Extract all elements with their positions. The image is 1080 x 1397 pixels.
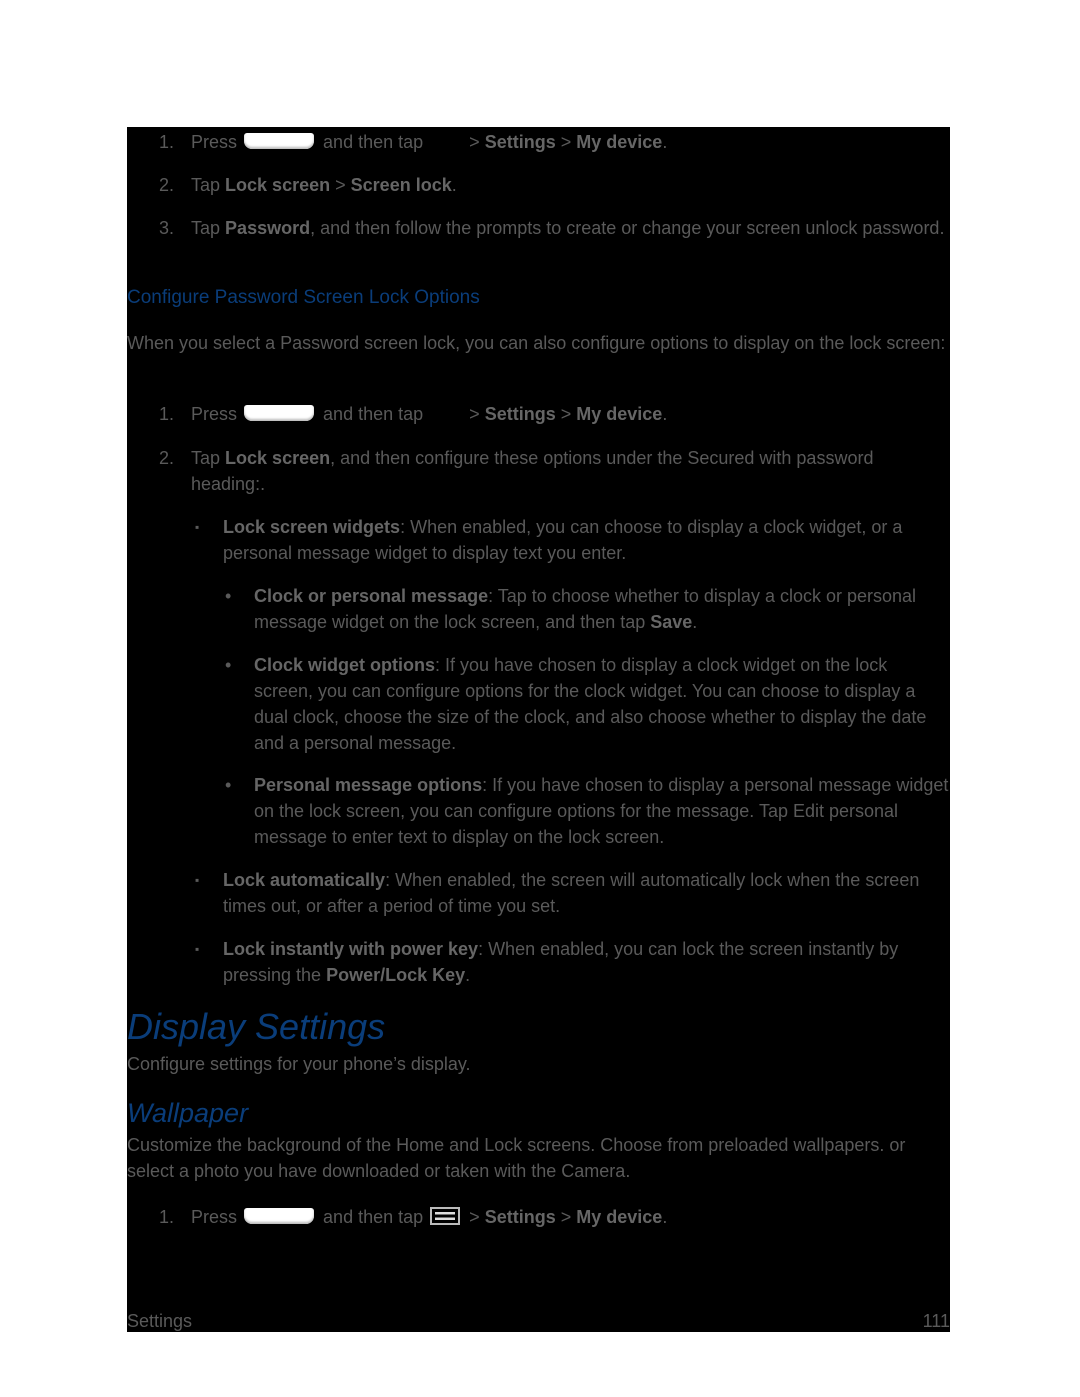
bullet-marker: • — [225, 586, 232, 606]
lock-screen-label: Lock screen — [225, 175, 331, 195]
section-heading-password-options: Configure Password Screen Lock Options — [127, 287, 480, 308]
bullet-marker: ▪ — [195, 942, 200, 956]
option-name: Clock widget options — [254, 655, 436, 675]
period: . — [465, 965, 471, 985]
home-key-icon — [244, 405, 315, 421]
home-key-icon — [244, 1208, 315, 1224]
step-text: Press — [191, 404, 238, 424]
step-number: 1. — [159, 1207, 175, 1227]
my-device-label: My device — [576, 404, 663, 424]
save-label: Save — [650, 612, 693, 632]
separator: > — [560, 404, 572, 424]
bullet-marker: • — [225, 775, 232, 795]
section-heading-wallpaper: Wallpaper — [127, 1098, 249, 1128]
step-number: 2. — [159, 175, 175, 195]
period: . — [692, 612, 698, 632]
section-intro: When you select a Password screen lock, … — [127, 333, 946, 353]
step-number: 1. — [159, 132, 175, 152]
step-text: Tap — [191, 448, 221, 468]
separator: > — [469, 404, 480, 424]
step-text: and then tap — [323, 404, 424, 424]
separator: > — [560, 132, 572, 152]
option-name: Lock screen widgets — [223, 517, 401, 537]
password-label: Password — [225, 218, 311, 238]
bullet-marker: ▪ — [195, 520, 200, 534]
step-number: 3. — [159, 218, 175, 238]
step-number: 1. — [159, 404, 175, 424]
step-text: Press — [191, 132, 238, 152]
screen-lock-label: Screen lock — [350, 175, 452, 195]
step-text: Tap — [191, 218, 221, 238]
manual-page: 1. Press and then tap > Settings > My de… — [127, 127, 950, 1332]
period: . — [662, 1207, 668, 1227]
period: . — [662, 132, 668, 152]
option-name: Lock automatically — [223, 870, 386, 890]
footer-page-number: 111 — [922, 1311, 950, 1331]
lock-screen-label: Lock screen — [225, 448, 331, 468]
separator: > — [335, 175, 346, 195]
separator: > — [560, 1207, 572, 1227]
period: . — [451, 175, 457, 195]
footer-section-name: Settings — [127, 1311, 193, 1331]
page-heading-display-settings: Display Settings — [127, 1006, 386, 1047]
menu-key-icon — [430, 1207, 461, 1225]
step-number: 2. — [159, 448, 175, 468]
power-lock-key-label: Power/Lock Key — [326, 965, 466, 985]
bullet-marker: ▪ — [195, 873, 200, 887]
option-name: Personal message options — [254, 775, 483, 795]
my-device-label: My device — [576, 1207, 663, 1227]
my-device-label: My device — [576, 132, 663, 152]
display-settings-intro: Configure settings for your phone’s disp… — [127, 1054, 471, 1074]
step-text: and then tap — [323, 132, 424, 152]
step-text: , and then follow the prompts to create … — [310, 218, 945, 238]
bullet-marker: • — [225, 655, 232, 675]
step-text: Press — [191, 1207, 238, 1227]
step-text: Tap — [191, 175, 221, 195]
settings-label: Settings — [484, 1207, 556, 1227]
home-key-icon — [244, 133, 315, 149]
period: . — [662, 404, 668, 424]
separator: > — [469, 1207, 480, 1227]
settings-label: Settings — [484, 404, 556, 424]
step-text: and then tap — [323, 1207, 424, 1227]
option-name: Lock instantly with power key — [223, 939, 479, 959]
separator: > — [469, 132, 480, 152]
settings-label: Settings — [484, 132, 556, 152]
option-name: Clock or personal message — [254, 586, 489, 606]
wallpaper-intro: Customize the background of the Home and… — [127, 1135, 906, 1181]
